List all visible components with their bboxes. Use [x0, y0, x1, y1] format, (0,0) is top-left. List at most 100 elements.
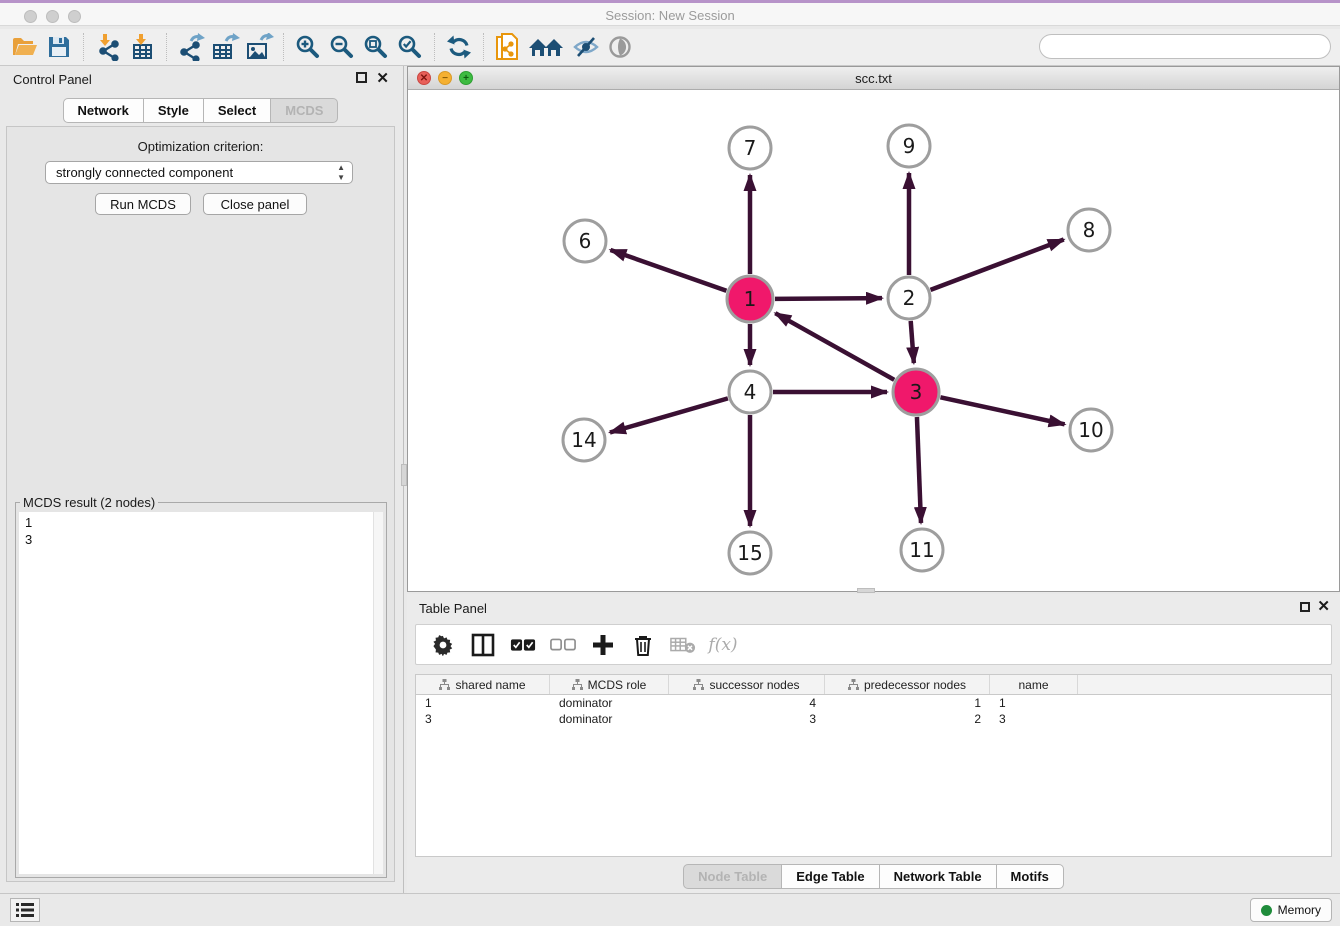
task-list-button[interactable]	[10, 898, 40, 922]
open-session-icon[interactable]	[8, 32, 42, 62]
deselect-all-columns-icon[interactable]	[550, 632, 576, 658]
add-column-icon[interactable]	[590, 632, 616, 658]
graph-node-15[interactable]: 15	[729, 532, 771, 574]
graph-node-1[interactable]: 1	[727, 276, 773, 322]
column-header-label: MCDS role	[588, 678, 647, 692]
mcds-result-scrollbar[interactable]	[373, 512, 383, 874]
tab-edge-table[interactable]: Edge Table	[781, 864, 879, 889]
graph-edge-2-8[interactable]	[931, 240, 1064, 290]
export-image-icon[interactable]	[242, 32, 276, 62]
network-canvas[interactable]: 7 9 6 8 1 2 4 3 14 10 15 11	[408, 90, 1339, 591]
graph-node-11[interactable]: 11	[901, 529, 943, 571]
graph-node-3[interactable]: 3	[893, 369, 939, 415]
table-panel-float-icon[interactable]	[1300, 602, 1310, 612]
table-cell[interactable]: 1	[990, 695, 1078, 711]
search-input[interactable]	[1039, 34, 1331, 59]
svg-text:15: 15	[737, 541, 762, 565]
mcds-result-text[interactable]: 1 3	[19, 512, 373, 874]
graph-edge-4-14[interactable]	[610, 398, 728, 432]
graph-node-4[interactable]: 4	[729, 371, 771, 413]
graph-node-7[interactable]: 7	[729, 127, 771, 169]
table-cell[interactable]: 1	[825, 695, 990, 711]
show-view-eye-icon[interactable]	[603, 32, 637, 62]
horizontal-splitter-grip[interactable]	[857, 588, 875, 593]
tab-node-table[interactable]: Node Table	[683, 864, 782, 889]
table-panel: Table Panel ✕ f(x) shared nameMCDS roles…	[407, 594, 1340, 893]
svg-text:11: 11	[909, 538, 934, 562]
toolbar-separator	[283, 33, 284, 61]
tab-mcds[interactable]: MCDS	[270, 98, 338, 123]
apply-function-icon[interactable]: f(x)	[710, 632, 736, 658]
toolbar-separator	[483, 33, 484, 61]
toolbar-separator	[83, 33, 84, 61]
graph-node-10[interactable]: 10	[1070, 409, 1112, 451]
zoom-in-icon[interactable]	[291, 32, 325, 62]
table-cell[interactable]: dominator	[550, 711, 669, 727]
column-header-successor-nodes[interactable]: successor nodes	[669, 675, 825, 694]
table-cell[interactable]: 3	[416, 711, 550, 727]
table-cell[interactable]: 3	[669, 711, 825, 727]
zoom-selected-icon[interactable]	[393, 32, 427, 62]
graph-node-14[interactable]: 14	[563, 419, 605, 461]
table-panel-close-icon[interactable]: ✕	[1317, 600, 1330, 613]
import-table-icon[interactable]	[125, 32, 159, 62]
table-cell[interactable]: dominator	[550, 695, 669, 711]
zoom-fit-icon[interactable]	[359, 32, 393, 62]
control-panel-float-icon[interactable]	[356, 72, 367, 83]
memory-button[interactable]: Memory	[1250, 898, 1332, 922]
table-row[interactable]: 1dominator411	[416, 695, 1331, 711]
graph-edge-3-10[interactable]	[940, 397, 1064, 424]
node-table-body: 1dominator4113dominator323	[416, 695, 1331, 727]
criterion-dropdown[interactable]: strongly connected component ▲▼	[45, 161, 353, 184]
hide-panel-eye-icon[interactable]	[569, 32, 603, 62]
column-header-predecessor-nodes[interactable]: predecessor nodes	[825, 675, 990, 694]
control-panel-close-icon[interactable]: ✕	[376, 72, 389, 85]
tab-network-table[interactable]: Network Table	[879, 864, 997, 889]
column-header-shared-name[interactable]: shared name	[416, 675, 550, 694]
refresh-icon[interactable]	[442, 32, 476, 62]
import-network-icon[interactable]	[91, 32, 125, 62]
table-cell[interactable]: 1	[416, 695, 550, 711]
table-cell[interactable]: 4	[669, 695, 825, 711]
network-view-window: ✕ − + scc.txt 7 9 6 8 1 2 4 3 14 10 15 11	[407, 66, 1340, 592]
svg-text:2: 2	[903, 286, 916, 310]
close-panel-button[interactable]: Close panel	[203, 193, 307, 215]
column-header-MCDS-role[interactable]: MCDS role	[550, 675, 669, 694]
graph-edge-3-11[interactable]	[917, 417, 921, 523]
table-row[interactable]: 3dominator323	[416, 711, 1331, 727]
export-network-icon[interactable]	[174, 32, 208, 62]
column-header-name[interactable]: name	[990, 675, 1078, 694]
control-panel-title: Control Panel	[13, 72, 92, 87]
graph-node-8[interactable]: 8	[1068, 209, 1110, 251]
list-icon	[16, 902, 34, 918]
run-mcds-button[interactable]: Run MCDS	[95, 193, 191, 215]
home-icon[interactable]	[525, 32, 569, 62]
column-type-icon	[693, 679, 704, 690]
tab-motifs[interactable]: Motifs	[996, 864, 1064, 889]
memory-label: Memory	[1278, 903, 1321, 917]
zoom-out-icon[interactable]	[325, 32, 359, 62]
graph-edge-1-2[interactable]	[775, 298, 882, 299]
graph-node-6[interactable]: 6	[564, 220, 606, 262]
table-cell[interactable]: 2	[825, 711, 990, 727]
delete-table-icon[interactable]	[670, 632, 696, 658]
graph-edge-1-6[interactable]	[610, 250, 726, 291]
graph-node-9[interactable]: 9	[888, 125, 930, 167]
graph-edge-3-1[interactable]	[775, 313, 894, 380]
table-cell[interactable]: 3	[990, 711, 1078, 727]
select-all-columns-icon[interactable]	[510, 632, 536, 658]
tab-style[interactable]: Style	[143, 98, 204, 123]
export-table-icon[interactable]	[208, 32, 242, 62]
graph-edge-2-3[interactable]	[911, 321, 914, 363]
split-view-icon[interactable]	[470, 632, 496, 658]
graph-node-2[interactable]: 2	[888, 277, 930, 319]
delete-column-trash-icon[interactable]	[630, 632, 656, 658]
tab-select[interactable]: Select	[203, 98, 271, 123]
svg-text:1: 1	[744, 287, 757, 311]
save-session-icon[interactable]	[42, 32, 76, 62]
tab-network[interactable]: Network	[63, 98, 144, 123]
settings-gear-icon[interactable]	[430, 632, 456, 658]
new-network-icon[interactable]	[491, 32, 525, 62]
network-window-titlebar[interactable]: ✕ − + scc.txt	[408, 67, 1339, 90]
mcds-result-group: MCDS result (2 nodes) 1 3	[15, 495, 387, 878]
